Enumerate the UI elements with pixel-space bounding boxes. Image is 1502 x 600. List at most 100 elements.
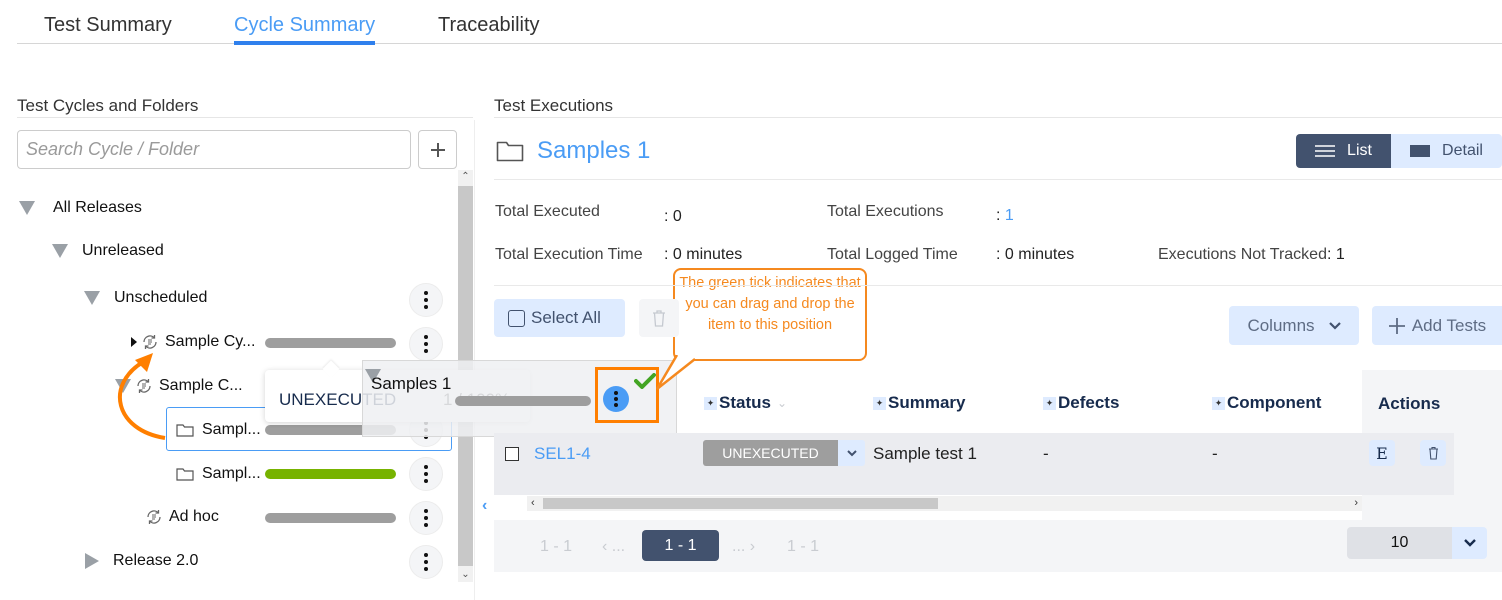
collapse-left-panel-icon[interactable]: ‹ bbox=[482, 497, 487, 515]
page-next[interactable]: ... › bbox=[732, 538, 755, 556]
pin-icon[interactable]: ✦ bbox=[1043, 396, 1056, 410]
row-checkbox[interactable] bbox=[505, 447, 519, 461]
row-id-link[interactable]: SEL1-4 bbox=[534, 444, 591, 464]
pin-icon[interactable]: ✦ bbox=[873, 396, 886, 410]
more-options-button[interactable] bbox=[409, 545, 443, 579]
scroll-up-icon[interactable]: ⌃ bbox=[458, 170, 473, 184]
detail-view-button[interactable]: Detail bbox=[1391, 134, 1502, 168]
tree-item-sample-cycle-2[interactable]: Sample C... bbox=[115, 371, 243, 401]
trash-icon bbox=[1428, 446, 1438, 460]
scrollbar-thumb[interactable] bbox=[543, 498, 938, 509]
page-current[interactable]: 1 - 1 bbox=[642, 530, 719, 561]
execute-button[interactable]: E bbox=[1369, 440, 1395, 466]
total-executions-label: Total Executions bbox=[827, 203, 944, 220]
tab-traceability[interactable]: Traceability bbox=[438, 14, 540, 37]
columns-label: Columns bbox=[1247, 315, 1315, 335]
kebab-icon bbox=[424, 464, 428, 485]
chevron-down-icon bbox=[846, 449, 857, 456]
total-execution-time-value: : 0 minutes bbox=[664, 246, 743, 263]
tree-item-label: Sample C... bbox=[159, 377, 243, 394]
tree-item-label: Sampl... bbox=[202, 421, 261, 438]
status-badge[interactable]: UNEXECUTED bbox=[703, 440, 838, 466]
more-options-button[interactable] bbox=[409, 457, 443, 491]
tree-item-samples-folder-2[interactable]: Sampl... bbox=[176, 459, 261, 489]
cycle-icon bbox=[143, 335, 157, 349]
list-view-button[interactable]: List bbox=[1296, 134, 1391, 168]
folder-icon bbox=[496, 141, 524, 162]
delete-row-button[interactable] bbox=[1420, 440, 1446, 466]
more-options-button[interactable] bbox=[409, 501, 443, 535]
view-toggle: List Detail bbox=[1296, 134, 1502, 168]
status-dropdown-button[interactable] bbox=[838, 440, 865, 466]
pagination: 1 - 1 ‹ ... 1 - 1 ... › 1 - 1 10 bbox=[494, 520, 1502, 572]
pin-icon[interactable]: ✦ bbox=[1212, 396, 1225, 410]
columns-dropdown-button[interactable]: Columns bbox=[1229, 306, 1359, 345]
tree-item-label: Sample Cy... bbox=[165, 333, 256, 350]
search-cycle-folder-input[interactable] bbox=[17, 130, 411, 169]
delete-selected-button[interactable] bbox=[639, 299, 679, 337]
expand-triangle-icon[interactable] bbox=[131, 337, 137, 347]
pin-icon[interactable]: ✦ bbox=[704, 396, 717, 410]
expand-triangle-icon[interactable] bbox=[19, 201, 35, 215]
total-executions-link[interactable]: 1 bbox=[1005, 207, 1014, 224]
list-icon bbox=[1315, 145, 1336, 157]
add-cycle-button[interactable] bbox=[418, 130, 457, 169]
total-executed-label: Total Executed bbox=[495, 203, 600, 220]
select-all-button[interactable]: Select All bbox=[494, 299, 625, 337]
page-size-select[interactable]: 10 bbox=[1347, 527, 1452, 559]
tree-item-label: Release 2.0 bbox=[113, 552, 199, 569]
tab-test-summary[interactable]: Test Summary bbox=[44, 14, 172, 37]
chevron-down-icon bbox=[1463, 539, 1476, 547]
expand-triangle-icon[interactable] bbox=[84, 291, 100, 305]
column-header-component[interactable]: ✦ Component bbox=[1212, 393, 1321, 413]
collapsed-triangle-icon[interactable] bbox=[85, 553, 99, 569]
tree-item-sample-cycle-1[interactable]: Sample Cy... bbox=[131, 327, 255, 357]
tree-item-unreleased[interactable]: Unreleased bbox=[52, 236, 164, 266]
tree-item-all-releases[interactable]: All Releases bbox=[19, 193, 142, 223]
plus-icon bbox=[430, 142, 445, 157]
expand-triangle-icon[interactable] bbox=[115, 379, 131, 393]
green-tick-icon bbox=[634, 373, 656, 389]
divider bbox=[494, 117, 1502, 118]
scroll-right-icon[interactable]: › bbox=[1354, 496, 1358, 511]
divider bbox=[494, 179, 1502, 180]
page-last[interactable]: 1 - 1 bbox=[787, 538, 819, 556]
tree-item-unscheduled[interactable]: Unscheduled bbox=[84, 283, 207, 313]
progress-bar-unexecuted bbox=[265, 338, 396, 348]
more-options-button[interactable] bbox=[409, 327, 443, 361]
tree-item-label: Ad hoc bbox=[169, 508, 219, 525]
tree-item-release-2[interactable]: Release 2.0 bbox=[85, 546, 198, 576]
tree-item-samples-folder-1[interactable]: Sampl... bbox=[176, 415, 261, 445]
page-size-dropdown-button[interactable] bbox=[1452, 527, 1487, 559]
scroll-left-icon[interactable]: ‹ bbox=[531, 496, 535, 511]
add-tests-label: Add Tests bbox=[1411, 315, 1487, 335]
sort-chevron-icon[interactable]: ⌄ bbox=[777, 396, 787, 410]
expand-triangle-icon[interactable] bbox=[52, 244, 68, 258]
folder-title: Samples 1 bbox=[537, 137, 651, 164]
page-first[interactable]: 1 - 1 bbox=[540, 538, 572, 556]
tree-item-ad-hoc[interactable]: Ad hoc bbox=[145, 502, 219, 532]
total-execution-time-label: Total Execution Time bbox=[495, 246, 643, 263]
column-header-status[interactable]: ✦ Status ⌄ bbox=[704, 393, 787, 413]
select-all-label: Select All bbox=[531, 308, 601, 327]
plus-icon bbox=[1388, 317, 1405, 334]
cycle-icon bbox=[147, 510, 161, 524]
column-header-summary[interactable]: ✦ Summary bbox=[873, 393, 965, 413]
column-header-defects[interactable]: ✦ Defects bbox=[1043, 393, 1119, 413]
checkbox-icon bbox=[508, 309, 525, 327]
table-horizontal-scrollbar[interactable]: ‹ › bbox=[527, 496, 1362, 511]
tab-cycle-summary[interactable]: Cycle Summary bbox=[234, 14, 376, 45]
not-tracked-value: : 1 bbox=[1327, 246, 1345, 263]
page-prev[interactable]: ‹ ... bbox=[602, 538, 625, 556]
progress-bar-passed bbox=[265, 469, 396, 479]
kebab-icon bbox=[424, 334, 428, 355]
add-tests-button[interactable]: Add Tests bbox=[1372, 306, 1502, 345]
more-options-button[interactable] bbox=[409, 283, 443, 317]
tree-item-label: Unscheduled bbox=[114, 289, 208, 306]
scroll-down-icon[interactable]: ⌄ bbox=[458, 568, 473, 582]
chevron-down-icon bbox=[1328, 321, 1341, 330]
kebab-icon bbox=[424, 552, 428, 573]
not-tracked-label: Executions Not Tracked bbox=[1158, 246, 1327, 263]
detail-label: Detail bbox=[1442, 142, 1483, 159]
divider bbox=[17, 117, 473, 118]
